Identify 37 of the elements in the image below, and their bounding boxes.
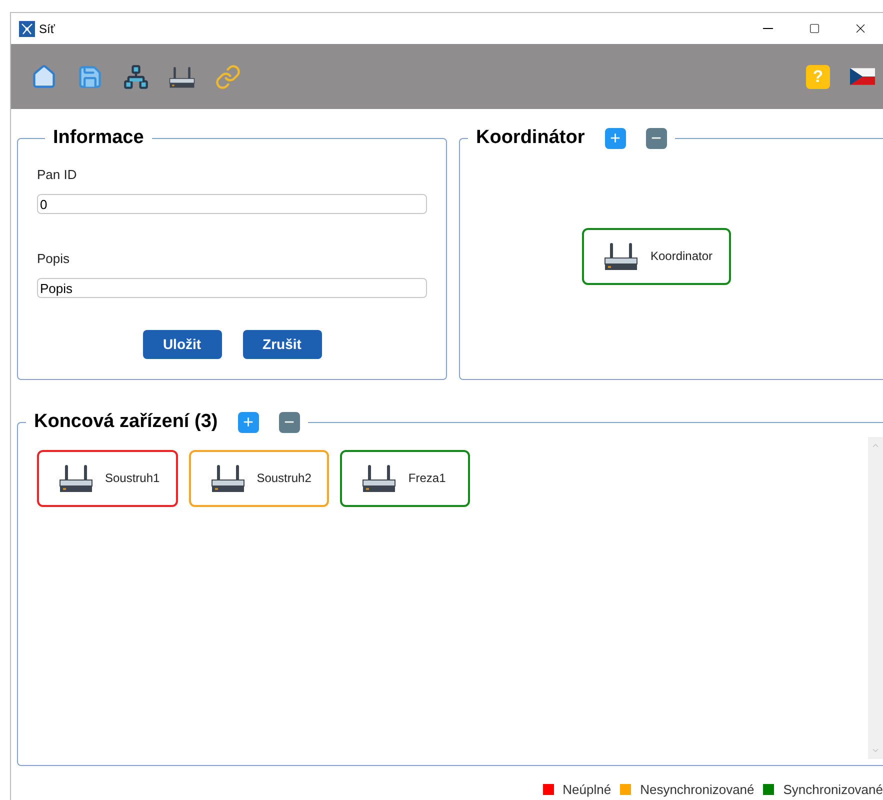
field-label: Popis — [37, 250, 71, 268]
czech-flag-icon[interactable] — [850, 68, 875, 85]
device-name: Soustruh2 — [256, 470, 312, 487]
network-icon — [19, 20, 35, 36]
text-field[interactable]: 0 — [37, 194, 427, 214]
link-icon[interactable] — [215, 64, 241, 90]
legend-label: Nesynchronizované — [640, 781, 754, 799]
device-card[interactable]: Soustruh1 — [37, 450, 178, 506]
panel-title: Koordinátor — [476, 126, 585, 150]
panel-title: Informace — [53, 126, 144, 150]
text-field[interactable]: Popis — [37, 278, 427, 298]
minimize-icon — [763, 28, 773, 29]
router-icon — [210, 463, 245, 493]
remove-button[interactable]: − — [646, 128, 667, 149]
legend-label: Synchronizované — [783, 781, 883, 799]
device-name: Freza1 — [408, 470, 446, 487]
cancel-button[interactable]: Zrušit — [242, 330, 322, 358]
window-title: Síť — [39, 20, 55, 38]
device-name: Soustruh1 — [105, 470, 160, 487]
home-icon[interactable] — [31, 64, 57, 90]
router-icon — [604, 241, 638, 271]
router-icon — [169, 64, 195, 88]
remove-button[interactable]: − — [278, 412, 300, 433]
device-card[interactable]: Koordinator — [582, 228, 731, 284]
panel-title: Koncová zařízení (3) — [34, 410, 218, 434]
network-icon[interactable] — [123, 64, 149, 90]
router-icon — [362, 463, 396, 493]
field-label: Pan ID — [37, 166, 78, 184]
device-card[interactable]: Soustruh2 — [188, 450, 330, 506]
scrollbar[interactable] — [868, 436, 883, 758]
device-name: Koordinator — [650, 248, 713, 265]
save-button[interactable]: Uložit — [142, 330, 222, 358]
legend-label: Neúplné — [562, 781, 612, 799]
device-card[interactable]: Freza1 — [340, 450, 470, 506]
save-icon[interactable] — [77, 64, 103, 90]
maximize-icon — [808, 23, 820, 34]
router-icon — [59, 463, 93, 493]
